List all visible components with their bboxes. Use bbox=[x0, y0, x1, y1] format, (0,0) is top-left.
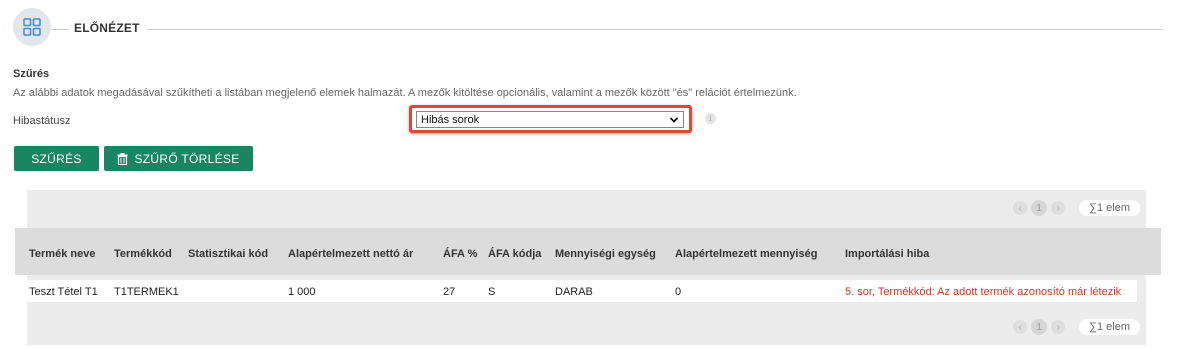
next-page-icon[interactable]: › bbox=[1051, 320, 1066, 334]
prev-page-icon[interactable]: ‹ bbox=[1013, 201, 1028, 215]
filter-description: Az alábbi adatok megadásával szűkítheti … bbox=[13, 87, 797, 99]
item-count-badge: ∑1 elem bbox=[1079, 319, 1140, 335]
page-number[interactable]: 1 bbox=[1031, 200, 1048, 216]
column-header[interactable]: Statisztikai kód bbox=[188, 248, 268, 260]
item-count-badge: ∑1 elem bbox=[1079, 200, 1140, 216]
cell-default-quantity: 0 bbox=[675, 286, 682, 298]
chevron-down-icon bbox=[669, 115, 679, 125]
page-title: ELŐNÉZET bbox=[74, 21, 140, 35]
prev-page-icon[interactable]: ‹ bbox=[1013, 320, 1028, 334]
cell-unit: DARAB bbox=[555, 286, 593, 298]
status-select-value: Hibás sorok bbox=[421, 114, 480, 126]
cell-vat-percent: 27 bbox=[443, 286, 456, 298]
page-number[interactable]: 1 bbox=[1031, 319, 1048, 335]
column-header[interactable]: Termék neve bbox=[29, 248, 95, 260]
page-header: ELŐNÉZET bbox=[13, 8, 1163, 48]
status-label: Hibastátusz bbox=[13, 115, 71, 127]
next-page-icon[interactable]: › bbox=[1051, 201, 1066, 215]
cell-product-code: T1TERMEK1 bbox=[114, 286, 179, 298]
cell-product-name: Teszt Tétel T1 bbox=[29, 286, 98, 298]
column-header[interactable]: Mennyiségi egység bbox=[555, 248, 656, 260]
grid-icon bbox=[13, 8, 51, 46]
filter-button[interactable]: SZŰRÉS bbox=[14, 146, 99, 171]
cell-vat-code: S bbox=[488, 286, 496, 298]
column-header[interactable]: ÁFA kódja bbox=[488, 248, 541, 260]
table-row[interactable]: Teszt Tétel T1 T1TERMEK1 1 000 27 S DARA… bbox=[19, 280, 1137, 302]
column-header[interactable]: Alapértelmezett mennyiség bbox=[675, 248, 817, 260]
clear-filter-button-label: SZŰRŐ TÖRLÉSE bbox=[134, 151, 240, 166]
info-icon[interactable]: i bbox=[705, 113, 716, 124]
column-header[interactable]: Importálási hiba bbox=[845, 248, 929, 260]
header-divider bbox=[147, 29, 1163, 30]
filter-button-label: SZŰRÉS bbox=[31, 151, 82, 166]
trash-icon bbox=[117, 152, 128, 165]
cell-net-price: 1 000 bbox=[288, 286, 316, 298]
pager-top: ‹ 1 › ∑1 elem bbox=[1013, 200, 1140, 216]
filter-section-title: Szűrés bbox=[13, 68, 50, 80]
column-header[interactable]: ÁFA % bbox=[443, 248, 477, 260]
status-select[interactable]: Hibás sorok bbox=[416, 111, 684, 128]
column-header[interactable]: Alapértelmezett nettó ár bbox=[288, 248, 413, 260]
cell-import-error: 5. sor, Termékkód: Az adott termék azono… bbox=[845, 286, 1122, 298]
table-header: Termék neve Termékkód Statisztikai kód A… bbox=[15, 228, 1161, 275]
pager-bottom: ‹ 1 › ∑1 elem bbox=[1013, 319, 1140, 335]
header-divider-left bbox=[51, 29, 69, 30]
clear-filter-button[interactable]: SZŰRŐ TÖRLÉSE bbox=[104, 146, 253, 171]
column-header[interactable]: Termékkód bbox=[114, 248, 172, 260]
